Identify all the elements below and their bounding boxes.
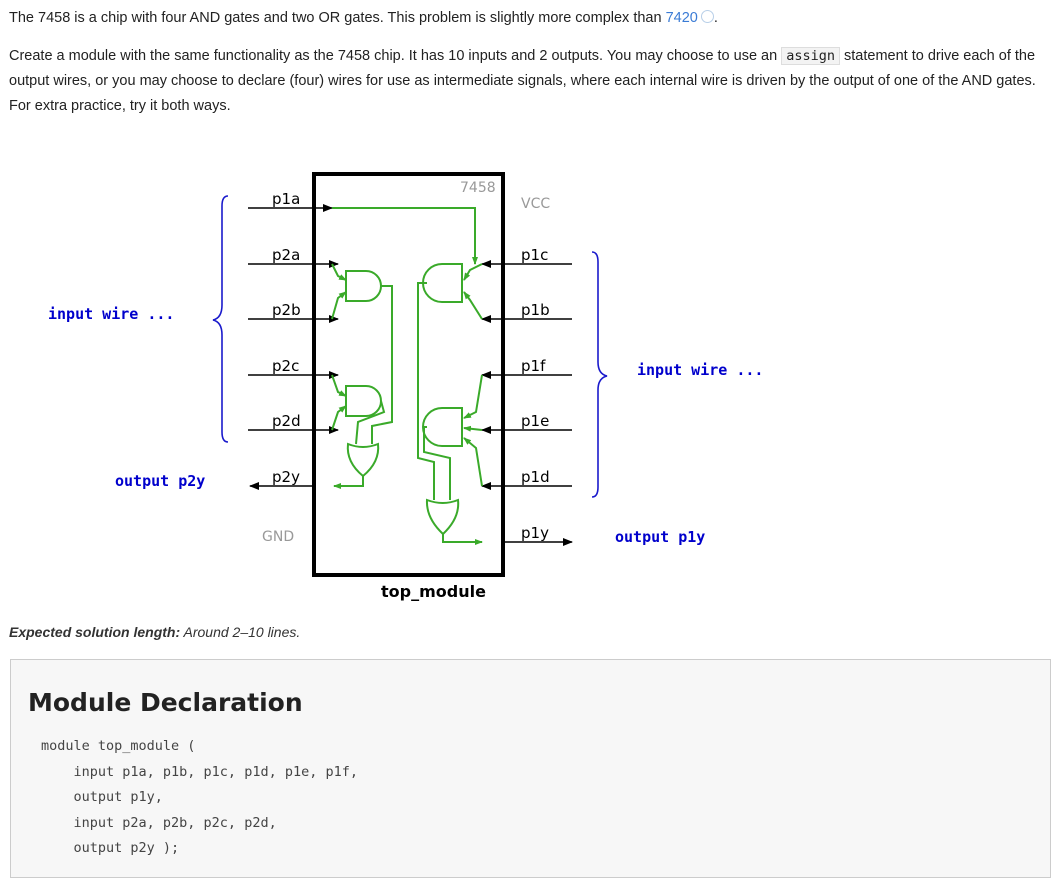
left-output-label: output p2y xyxy=(115,472,205,490)
intro-text-end: . xyxy=(713,10,718,26)
right-output-label: output p1y xyxy=(615,528,705,546)
link-7420[interactable]: 7420 xyxy=(666,10,698,26)
intro-text-before: Create a module with the same functional… xyxy=(9,48,782,64)
expected-length-value: Around 2–10 lines. xyxy=(180,624,301,640)
chip-label: 7458 xyxy=(460,180,496,196)
pin-p1e: p1e xyxy=(521,412,549,430)
pin-p1y: p1y xyxy=(521,524,549,542)
module-declaration-panel: Module Declaration module top_module ( i… xyxy=(10,659,1051,878)
left-brace xyxy=(212,195,229,443)
chip-diagram: 7458 p1a p2a p2b p2c p2d p2y GND p1c p1b… xyxy=(48,172,763,601)
intro-text: The 7458 is a chip with four AND gates a… xyxy=(9,10,666,26)
expected-length: Expected solution length: Around 2–10 li… xyxy=(9,624,300,640)
right-brace xyxy=(591,251,608,498)
intro-paragraph-1: The 7458 is a chip with four AND gates a… xyxy=(9,6,1054,31)
pin-p2y: p2y xyxy=(272,468,300,486)
pin-p2c: p2c xyxy=(272,357,299,375)
left-input-label: input wire ... xyxy=(48,305,174,323)
expected-length-label: Expected solution length: xyxy=(9,624,181,640)
pin-p1c: p1c xyxy=(521,246,548,264)
intro-paragraph-2: Create a module with the same functional… xyxy=(9,44,1054,119)
pin-p2a: p2a xyxy=(272,246,300,264)
pin-p1f: p1f xyxy=(521,357,546,375)
assign-code: assign xyxy=(781,47,840,65)
pin-p1d: p1d xyxy=(521,468,550,486)
vcc-label: VCC xyxy=(521,196,550,212)
right-input-label: input wire ... xyxy=(637,361,763,379)
pin-p1b: p1b xyxy=(521,301,550,319)
pin-p1a: p1a xyxy=(272,190,300,208)
module-declaration-code: module top_module ( input p1a, p1b, p1c,… xyxy=(41,738,358,856)
module-label: top_module xyxy=(381,582,486,601)
external-link-icon xyxy=(700,10,714,23)
pin-p2d: p2d xyxy=(272,412,301,430)
module-declaration-title: Module Declaration xyxy=(28,688,303,717)
pin-p2b: p2b xyxy=(272,301,301,319)
gnd-label: GND xyxy=(262,529,294,545)
logic-wires xyxy=(331,207,483,545)
